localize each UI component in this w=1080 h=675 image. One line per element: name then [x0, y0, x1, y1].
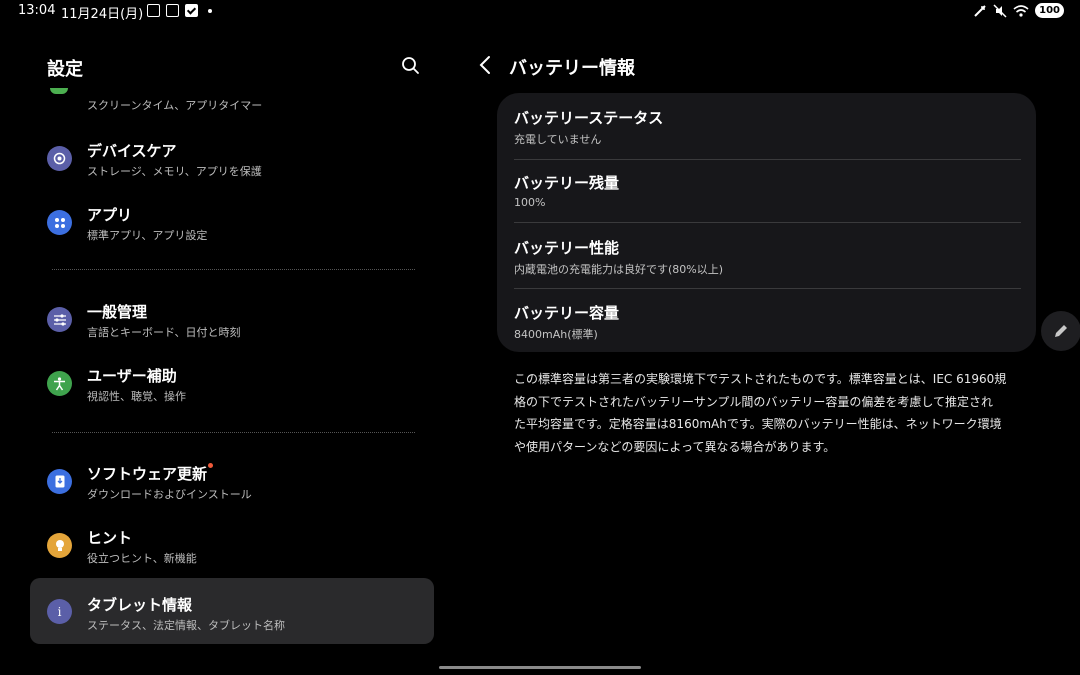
- row-value: 内蔵電池の充電能力は良好です(80%以上): [514, 263, 724, 276]
- edit-button[interactable]: [1041, 311, 1080, 351]
- mute-icon: [993, 3, 1007, 18]
- battery-level-row: バッテリー残量 100%: [514, 158, 1021, 222]
- settings-title: 設定: [47, 59, 83, 80]
- gesture-nav-handle[interactable]: [439, 666, 641, 669]
- sliders-icon: [47, 307, 72, 332]
- menu-item-subtitle: 視認性、聴覚、操作: [87, 390, 186, 403]
- info-icon: i: [47, 599, 72, 624]
- settings-list-panel: 設定 スクリーンタイム、アプリタイマー デバイスケア ストレージ、メモリ、アプリ…: [30, 40, 435, 650]
- search-icon: [402, 57, 419, 74]
- screenshot-notification-icon: [147, 4, 160, 17]
- apps-icon: [47, 210, 72, 235]
- notification-icons: [147, 4, 212, 17]
- row-value: 8400mAh(標準): [514, 328, 598, 341]
- software-update-icon: [47, 469, 72, 494]
- battery-capacity-row: バッテリー容量 8400mAh(標準): [514, 288, 1021, 352]
- group-divider: [52, 432, 415, 433]
- row-value: 充電していません: [514, 133, 602, 146]
- menu-item-software-update[interactable]: ソフトウェア更新 ダウンロードおよびインストール: [30, 451, 434, 515]
- back-button[interactable]: [478, 55, 494, 75]
- menu-item-device-care[interactable]: デバイスケア ストレージ、メモリ、アプリを保護: [30, 128, 434, 192]
- status-right: 100: [973, 3, 1064, 18]
- note-line: この標準容量は第三者の実験環境下でテストされたものです。標準容量とは、IEC 6…: [514, 372, 1007, 386]
- row-title: バッテリー性能: [514, 239, 620, 257]
- note-line: や使用パターンなどの要因によって異なる場合があります。: [514, 439, 836, 454]
- screen-time-sub[interactable]: スクリーンタイム、アプリタイマー: [87, 97, 262, 113]
- menu-item-subtitle: 言語とキーボード、日付と時刻: [87, 326, 241, 339]
- note-line: 格の下でテストされたバッテリーサンプル間のバッテリー容量の偏差を考慮して推定され: [514, 394, 994, 409]
- status-date: 11月24日(月): [61, 7, 144, 22]
- screen-time-icon: [50, 88, 68, 94]
- menu-item-title: ソフトウェア更新: [87, 465, 208, 483]
- page-title: バッテリー情報: [509, 58, 635, 79]
- row-title: バッテリー残量: [514, 174, 620, 192]
- status-time: 13:04: [18, 3, 56, 18]
- menu-item-subtitle: ストレージ、メモリ、アプリを保護: [87, 165, 262, 178]
- menu-item-accessibility[interactable]: ユーザー補助 視認性、聴覚、操作: [30, 353, 434, 417]
- menu-item-title: ヒント: [87, 529, 133, 547]
- menu-item-title: デバイスケア: [87, 142, 177, 160]
- no-charge-icon: [974, 4, 986, 17]
- row-title: バッテリー容量: [514, 304, 620, 322]
- menu-item-title: タブレット情報: [87, 596, 193, 614]
- menu-item-title: アプリ: [87, 206, 133, 224]
- battery-indicator: 100: [1035, 3, 1064, 18]
- menu-item-subtitle: ダウンロードおよびインストール: [87, 488, 252, 501]
- capacity-note: この標準容量は第三者の実験環境下でテストされたものです。標準容量とは、IEC 6…: [514, 368, 1024, 458]
- status-bar: 13:04 11月24日(月) 100: [0, 0, 1080, 24]
- accessibility-icon: [47, 371, 72, 396]
- menu-item-apps[interactable]: アプリ 標準アプリ、アプリ設定: [30, 192, 434, 256]
- menu-item-tips[interactable]: ヒント 役立つヒント、新機能: [30, 515, 434, 579]
- battery-performance-row: バッテリー性能 内蔵電池の充電能力は良好です(80%以上): [514, 223, 1021, 287]
- menu-item-general-management[interactable]: 一般管理 言語とキーボード、日付と時刻: [30, 289, 434, 353]
- search-button[interactable]: [400, 55, 422, 77]
- check-notification-icon: [185, 4, 198, 17]
- menu-item-title: ユーザー補助: [87, 367, 177, 385]
- update-badge: [208, 463, 213, 468]
- row-value: 100%: [514, 196, 546, 209]
- menu-item-subtitle: 標準アプリ、アプリ設定: [87, 229, 208, 242]
- row-title: バッテリーステータス: [514, 109, 664, 127]
- menu-item-tablet-info[interactable]: i タブレット情報 ステータス、法定情報、タブレット名称: [30, 578, 434, 644]
- battery-info-card: バッテリーステータス 充電していません バッテリー残量 100% バッテリー性能…: [497, 93, 1036, 352]
- chevron-left-icon: [479, 56, 490, 74]
- menu-item-subtitle: ステータス、法定情報、タブレット名称: [87, 619, 285, 632]
- battery-status-row: バッテリーステータス 充電していません: [514, 93, 1021, 157]
- menu-item-title: 一般管理: [87, 303, 148, 321]
- wifi-icon: [1013, 4, 1029, 17]
- pencil-icon: [1055, 325, 1067, 337]
- window-notification-icon: [166, 4, 179, 17]
- more-notifications-icon: [208, 8, 212, 13]
- note-line: た平均容量です。定格容量は8160mAhです。実際のバッテリー性能は、ネットワー…: [514, 417, 1002, 431]
- lightbulb-icon: [47, 533, 72, 558]
- menu-item-subtitle: 役立つヒント、新機能: [87, 552, 197, 565]
- group-divider: [52, 269, 415, 270]
- device-care-icon: [47, 146, 72, 171]
